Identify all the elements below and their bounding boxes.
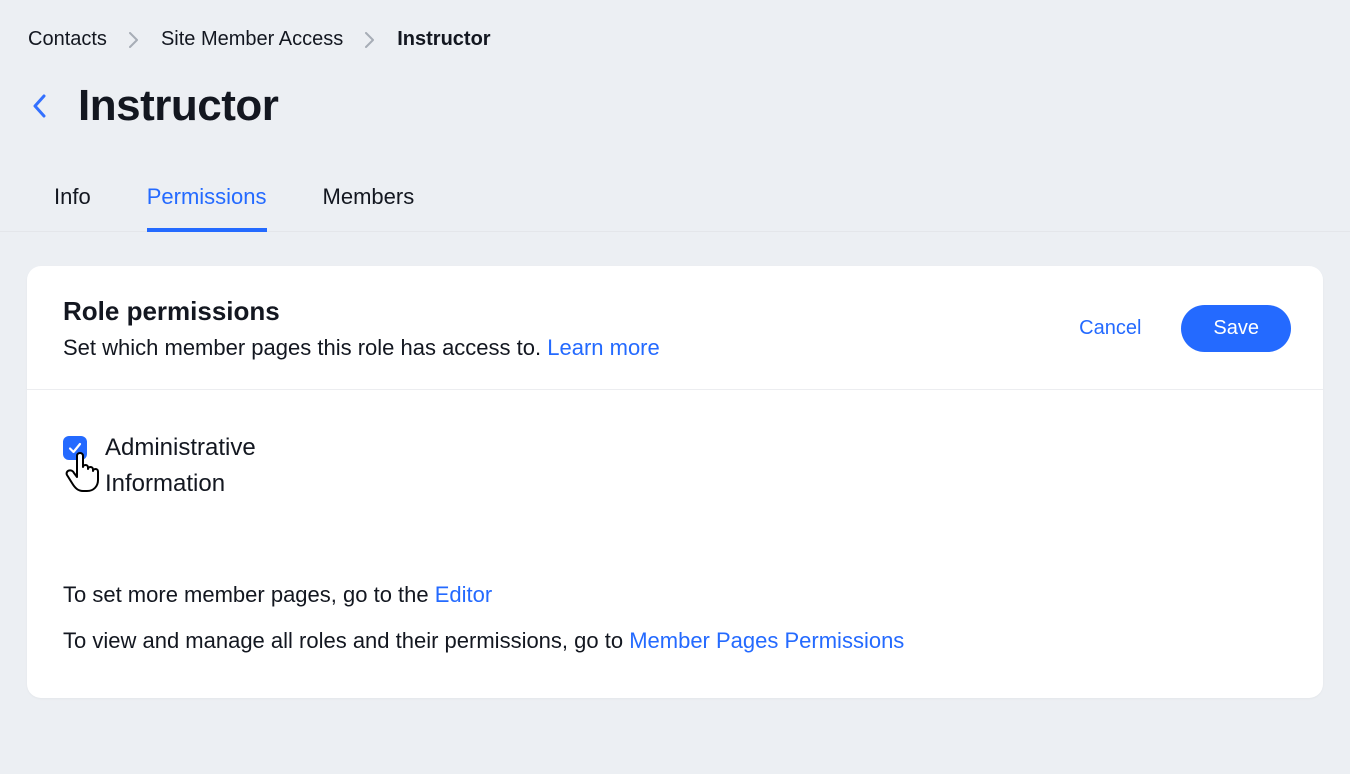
chevron-left-icon [32,94,46,118]
editor-link[interactable]: Editor [435,582,492,607]
card-subtitle-text: Set which member pages this role has acc… [63,335,547,360]
tab-permissions[interactable]: Permissions [147,184,267,232]
member-pages-permissions-link[interactable]: Member Pages Permissions [629,628,904,653]
page-title: Instructor [78,81,278,131]
save-button[interactable]: Save [1181,305,1291,352]
permission-label: Administrative Information [105,430,285,502]
card-subtitle: Set which member pages this role has acc… [63,335,660,361]
breadcrumb-current: Instructor [397,28,490,51]
card-title: Role permissions [63,296,660,327]
breadcrumb: Contacts Site Member Access Instructor [0,0,1350,51]
cancel-button[interactable]: Cancel [1079,317,1141,340]
breadcrumb-contacts[interactable]: Contacts [28,28,107,51]
card-header: Role permissions Set which member pages … [27,266,1323,390]
info-text: To set more member pages, go to the [63,582,435,607]
breadcrumb-site-member-access[interactable]: Site Member Access [161,28,343,51]
card-header-text: Role permissions Set which member pages … [63,296,660,361]
permission-row: Administrative Information [63,430,1287,502]
chevron-right-icon [129,32,139,48]
tabs: Info Permissions Members [0,141,1350,232]
tab-members[interactable]: Members [323,184,415,232]
chevron-right-icon [365,32,375,48]
card-actions: Cancel Save [1079,305,1291,352]
check-icon [68,441,82,455]
permission-checkbox[interactable] [63,436,87,460]
learn-more-link[interactable]: Learn more [547,335,660,360]
card-body: Administrative Information To set more m… [27,390,1323,698]
info-line-permissions: To view and manage all roles and their p… [63,628,1287,654]
permissions-card: Role permissions Set which member pages … [27,266,1323,698]
back-button[interactable] [28,86,50,126]
info-text: To view and manage all roles and their p… [63,628,629,653]
tab-info[interactable]: Info [54,184,91,232]
page-header: Instructor [0,51,1350,141]
info-line-editor: To set more member pages, go to the Edit… [63,582,1287,608]
